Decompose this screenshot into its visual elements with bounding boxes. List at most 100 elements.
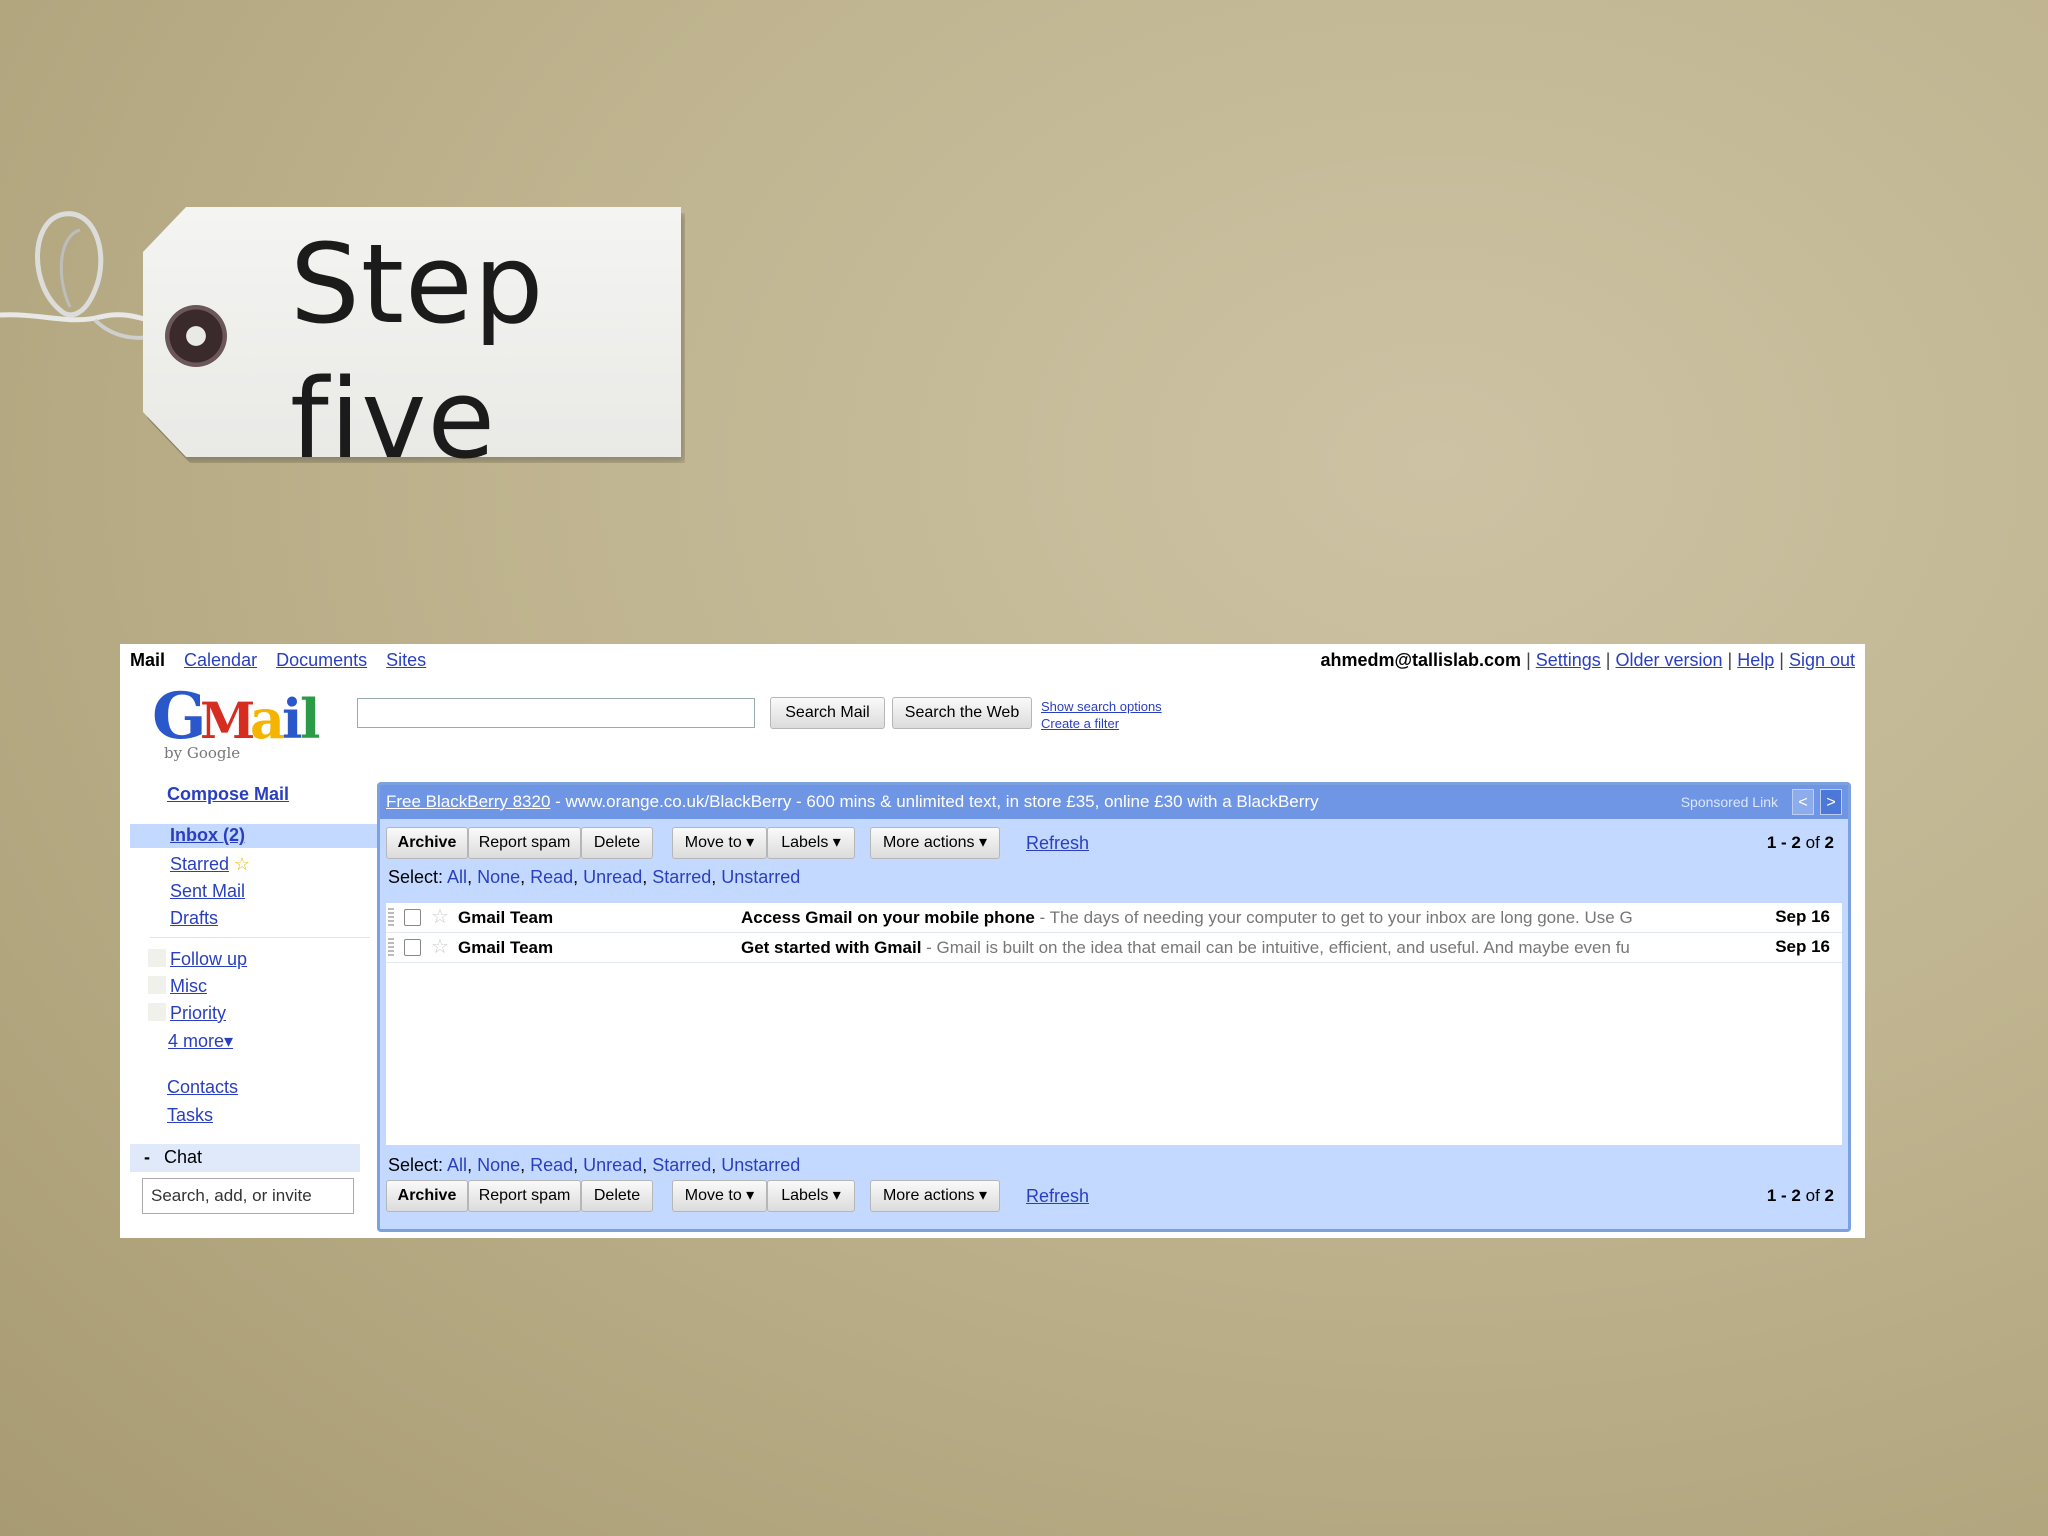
select-read[interactable]: Read (530, 867, 573, 887)
nav-drafts[interactable]: Drafts (170, 908, 218, 929)
search-web-button[interactable]: Search the Web (892, 697, 1032, 729)
email-subject: Get started with Gmail (741, 938, 922, 957)
label-color-chip[interactable] (148, 976, 166, 994)
chat-label: Chat (164, 1147, 203, 1167)
nav-label-priority[interactable]: Priority (170, 1003, 226, 1024)
archive-button[interactable]: Archive (386, 827, 468, 859)
starred-label: Starred (170, 854, 230, 874)
select-unread[interactable]: Unread (583, 867, 642, 887)
row-checkbox[interactable] (404, 939, 421, 956)
older-version-link[interactable]: Older version (1615, 650, 1722, 670)
select-read[interactable]: Read (530, 1155, 573, 1175)
inbox-label: Inbox (2) (170, 825, 245, 845)
select-none[interactable]: None (477, 867, 520, 887)
chat-header[interactable]: - Chat (130, 1144, 360, 1172)
mail-panel: Free BlackBerry 8320 - www.orange.co.uk/… (377, 782, 1851, 1232)
search-options: Show search options Create a filter (1041, 698, 1162, 732)
select-row-bottom: Select: All, None, Read, Unread, Starred… (388, 1155, 801, 1175)
svg-text:G: G (152, 682, 207, 752)
nav-label-follow-up[interactable]: Follow up (170, 949, 247, 970)
email-subject: Access Gmail on your mobile phone (741, 908, 1035, 927)
sponsored-ad-bar: Free BlackBerry 8320 - www.orange.co.uk/… (380, 785, 1848, 819)
move-to-button[interactable]: Move to ▾ (672, 827, 767, 859)
compose-mail-link[interactable]: Compose Mail (167, 784, 289, 805)
drag-handle-icon[interactable] (388, 938, 394, 956)
app-documents[interactable]: Documents (276, 650, 367, 670)
refresh-link[interactable]: Refresh (1026, 1186, 1089, 1207)
label-color-chip[interactable] (148, 1003, 166, 1021)
drag-handle-icon[interactable] (388, 908, 394, 926)
account-email: ahmedm@tallislab.com (1320, 650, 1522, 670)
create-filter-link[interactable]: Create a filter (1041, 715, 1162, 732)
labels-button[interactable]: Labels ▾ (767, 1180, 855, 1212)
email-date: Sep 16 (1775, 907, 1830, 926)
move-to-button[interactable]: Move to ▾ (672, 1180, 767, 1212)
count-total: 2 (1824, 1186, 1834, 1205)
report-spam-button[interactable]: Report spam (468, 827, 581, 859)
refresh-link[interactable]: Refresh (1026, 833, 1089, 854)
row-checkbox[interactable] (404, 909, 421, 926)
labels-button[interactable]: Labels ▾ (767, 827, 855, 859)
app-mail[interactable]: Mail (130, 650, 165, 670)
gmail-logo[interactable]: G M a i l by Google (152, 679, 332, 762)
nav-more-labels[interactable]: 4 more▾ (168, 1031, 233, 1052)
nav-sent-mail[interactable]: Sent Mail (170, 881, 245, 902)
ad-link[interactable]: Free BlackBerry 8320 (386, 792, 550, 811)
svg-text:M: M (200, 691, 255, 750)
show-search-options-link[interactable]: Show search options (1041, 698, 1162, 715)
report-spam-button[interactable]: Report spam (468, 1180, 581, 1212)
select-all[interactable]: All (447, 1155, 467, 1175)
select-unstarred[interactable]: Unstarred (721, 1155, 800, 1175)
delete-button[interactable]: Delete (581, 1180, 653, 1212)
tag-eyelet-icon (165, 305, 227, 367)
select-none[interactable]: None (477, 1155, 520, 1175)
top-toolbar: Archive Report spam Delete Move to ▾ Lab… (386, 827, 1838, 861)
email-row[interactable]: ☆ Gmail Team Access Gmail on your mobile… (386, 903, 1842, 933)
more-actions-button[interactable]: More actions ▾ (870, 827, 1000, 859)
select-unstarred[interactable]: Unstarred (721, 867, 800, 887)
label-color-chip[interactable] (148, 949, 166, 967)
email-snippet: - The days of needing your computer to g… (1034, 908, 1633, 927)
help-link[interactable]: Help (1737, 650, 1774, 670)
svg-text:a: a (250, 687, 285, 751)
select-all[interactable]: All (447, 867, 467, 887)
select-row-top: Select: All, None, Read, Unread, Starred… (388, 867, 801, 887)
select-starred[interactable]: Starred (652, 867, 711, 887)
ad-next-icon[interactable]: > (1820, 789, 1842, 815)
select-label: Select: (388, 867, 448, 887)
account-links: ahmedm@tallislab.com | Settings | Older vers… (1320, 650, 1855, 670)
ad-prev-icon[interactable]: < (1792, 789, 1814, 815)
email-date: Sep 16 (1775, 937, 1830, 956)
email-snippet: - Gmail is built on the idea that email … (921, 938, 1630, 957)
tag-line-1: Step (290, 220, 545, 348)
nav-inbox[interactable]: Inbox (2) (130, 824, 378, 848)
sign-out-link[interactable]: Sign out (1789, 650, 1855, 670)
app-calendar[interactable]: Calendar (184, 650, 257, 670)
count-of: of (1800, 833, 1825, 852)
nav-starred[interactable]: Starred ☆ (170, 854, 250, 875)
search-input[interactable] (357, 698, 755, 728)
chat-collapse-icon[interactable]: - (144, 1147, 150, 1168)
tag-title: Step five (290, 217, 544, 487)
gmail-logo-icon: G M a i l (152, 679, 321, 754)
star-icon[interactable]: ☆ (431, 934, 449, 959)
nav-tasks[interactable]: Tasks (167, 1105, 213, 1126)
app-sites[interactable]: Sites (386, 650, 426, 670)
count-range: 1 - 2 (1766, 833, 1801, 852)
message-count: 1 - 2 of 2 (1767, 1186, 1834, 1206)
more-actions-button[interactable]: More actions ▾ (870, 1180, 1000, 1212)
message-count: 1 - 2 of 2 (1767, 833, 1834, 853)
chat-search-input[interactable]: Search, add, or invite (142, 1178, 354, 1214)
email-row[interactable]: ☆ Gmail Team Get started with Gmail - Gm… (386, 933, 1842, 963)
select-unread[interactable]: Unread (583, 1155, 642, 1175)
delete-button[interactable]: Delete (581, 827, 653, 859)
archive-button[interactable]: Archive (386, 1180, 468, 1212)
message-list: ☆ Gmail Team Access Gmail on your mobile… (386, 903, 1842, 1145)
star-icon[interactable]: ☆ (431, 904, 449, 929)
email-subject-line: Get started with Gmail - Gmail is built … (741, 938, 1696, 958)
search-mail-button[interactable]: Search Mail (770, 697, 885, 729)
settings-link[interactable]: Settings (1536, 650, 1601, 670)
nav-contacts[interactable]: Contacts (167, 1077, 238, 1098)
select-starred[interactable]: Starred (652, 1155, 711, 1175)
nav-label-misc[interactable]: Misc (170, 976, 207, 997)
